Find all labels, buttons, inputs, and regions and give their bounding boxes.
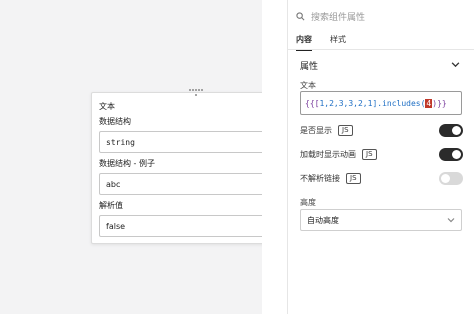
setting-no-link-parse: 不解析链接 JS: [300, 170, 463, 186]
section-label: 数据结构: [99, 117, 131, 126]
drag-handle-icon[interactable]: [189, 89, 203, 97]
js-toggle-button[interactable]: JS: [338, 124, 353, 136]
search-placeholder: 搜索组件属性: [311, 13, 366, 23]
loading-animation-toggle[interactable]: [439, 147, 463, 161]
example-value: abc: [99, 173, 278, 195]
structure-value: string: [99, 131, 278, 153]
code-token: {{[: [305, 98, 320, 108]
text-field-label: 文本: [300, 81, 316, 90]
tab-divider: [288, 49, 474, 50]
code-token: )}}: [432, 98, 447, 108]
properties-panel: 搜索组件属性 内容 样式 属性 文本 {{[1,2,3,3,2,1].inclu…: [287, 0, 474, 314]
search-icon: [296, 12, 305, 21]
code-highlight: 4: [425, 98, 433, 108]
section-header-example[interactable]: 数据结构 - 例子: [99, 158, 279, 169]
visible-toggle[interactable]: [439, 123, 463, 137]
inspect-popover: 文本 数据结构 string 数据结构 - 例子 abc 解析值 false: [91, 89, 285, 244]
setting-visible: 是否显示 JS: [300, 122, 463, 138]
setting-label: 不解析链接: [300, 173, 340, 183]
chevron-down-icon[interactable]: [451, 60, 460, 69]
height-select[interactable]: 自动高度: [300, 209, 462, 231]
section-header-structure[interactable]: 数据结构: [99, 116, 279, 127]
setting-label: 是否显示: [300, 125, 332, 135]
chevron-down-icon: [447, 218, 455, 223]
parsed-value: false: [99, 215, 278, 237]
height-label: 高度: [300, 198, 316, 207]
section-header-parsed[interactable]: 解析值: [99, 200, 279, 211]
canvas-gutter: [262, 0, 287, 314]
setting-loading-animation: 加载时显示动画 JS: [300, 146, 463, 162]
height-value: 自动高度: [307, 215, 339, 225]
text-code-input[interactable]: {{[1,2,3,3,2,1].includes(4)}}: [300, 91, 462, 115]
section-title-properties: 属性: [300, 62, 319, 72]
setting-label: 加载时显示动画: [300, 149, 356, 159]
code-token: ].includes(: [372, 98, 426, 108]
section-label: 数据结构 - 例子: [99, 159, 155, 168]
js-toggle-button[interactable]: JS: [362, 148, 377, 160]
js-toggle-button[interactable]: JS: [346, 172, 361, 184]
property-search[interactable]: 搜索组件属性: [296, 10, 365, 23]
code-token: 1,2,3,3,2,1: [319, 98, 373, 108]
section-label: 解析值: [99, 201, 123, 210]
design-canvas[interactable]: 文本 数据结构 string 数据结构 - 例子 abc 解析值 false: [0, 0, 285, 314]
popover-title: 文本: [99, 102, 115, 111]
no-link-parse-toggle[interactable]: [439, 171, 463, 185]
